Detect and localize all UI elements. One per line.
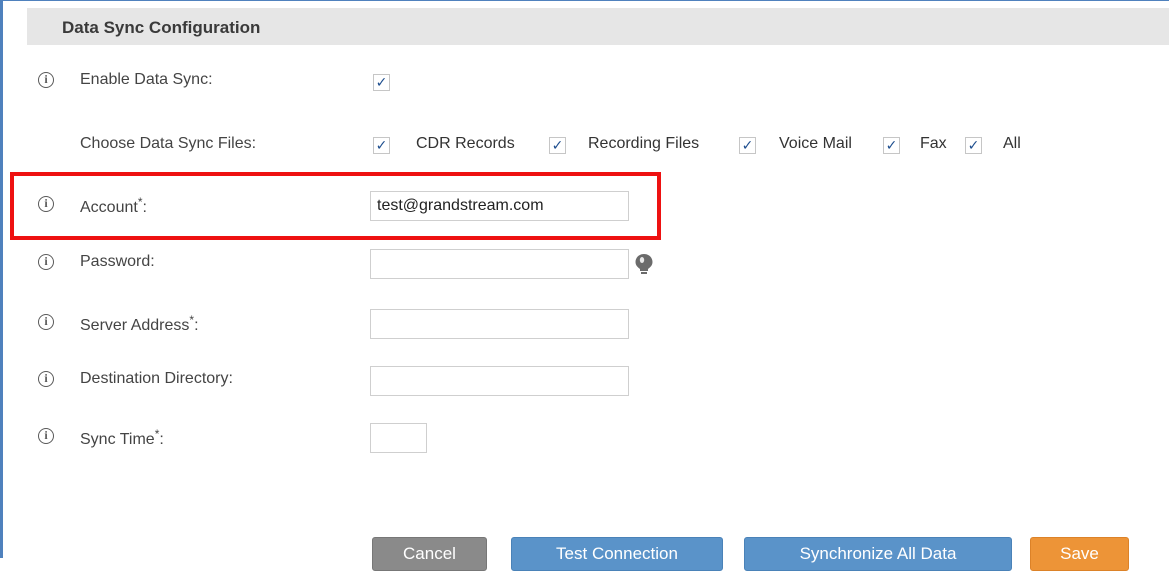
row-choose-data-sync-files: Choose Data Sync Files: ✓ CDR Records ✓ … [0, 132, 1169, 162]
highlight-box [10, 172, 661, 240]
sync-time-label: Sync Time*: [80, 427, 164, 449]
sync-time-input[interactable] [370, 423, 427, 453]
fax-label: Fax [920, 135, 947, 152]
password-input[interactable] [370, 249, 629, 279]
info-icon[interactable]: i [38, 254, 54, 270]
voice-mail-checkbox[interactable]: ✓ [739, 137, 756, 154]
checkmark-icon: ✓ [967, 137, 980, 153]
info-icon[interactable]: i [38, 371, 54, 387]
row-destination-directory: i Destination Directory: [0, 366, 1169, 397]
server-address-input[interactable] [370, 309, 629, 339]
section-header: Data Sync Configuration [27, 8, 1169, 45]
sync-time-label-text: Sync Time [80, 431, 155, 448]
label-colon: : [159, 431, 164, 448]
row-password: i Password: [0, 249, 1169, 280]
destination-directory-input[interactable] [370, 366, 629, 396]
enable-data-sync-label: Enable Data Sync: [80, 71, 213, 88]
enable-data-sync-checkbox[interactable]: ✓ [373, 74, 390, 91]
info-icon[interactable]: i [38, 428, 54, 444]
recording-files-checkbox[interactable]: ✓ [549, 137, 566, 154]
checkmark-icon: ✓ [885, 137, 898, 153]
recording-files-label: Recording Files [588, 135, 700, 152]
section-title: Data Sync Configuration [62, 18, 261, 37]
synchronize-all-data-button[interactable]: Synchronize All Data [744, 537, 1012, 571]
destination-directory-label: Destination Directory: [80, 370, 233, 387]
checkmark-icon: ✓ [741, 137, 754, 153]
checkmark-icon: ✓ [375, 74, 388, 90]
row-enable-data-sync: i Enable Data Sync: ✓ [0, 68, 1169, 98]
row-sync-time: i Sync Time*: [0, 423, 1169, 454]
server-address-label-text: Server Address [80, 317, 190, 334]
voice-mail-label: Voice Mail [779, 135, 852, 152]
fax-checkbox[interactable]: ✓ [883, 137, 900, 154]
choose-data-sync-files-label: Choose Data Sync Files: [80, 135, 257, 152]
cancel-button[interactable]: Cancel [372, 537, 487, 571]
all-label: All [1003, 135, 1021, 152]
info-icon[interactable]: i [38, 314, 54, 330]
test-connection-button[interactable]: Test Connection [511, 537, 723, 571]
cdr-records-checkbox[interactable]: ✓ [373, 137, 390, 154]
password-label: Password: [80, 253, 155, 270]
info-icon[interactable]: i [38, 72, 54, 88]
row-server-address: i Server Address*: [0, 309, 1169, 340]
checkmark-icon: ✓ [375, 137, 388, 153]
all-checkbox[interactable]: ✓ [965, 137, 982, 154]
checkmark-icon: ✓ [551, 137, 564, 153]
save-button[interactable]: Save [1030, 537, 1129, 571]
label-colon: : [194, 317, 199, 334]
lightbulb-icon[interactable] [634, 253, 654, 275]
cdr-records-label: CDR Records [416, 135, 515, 152]
server-address-label: Server Address*: [80, 313, 199, 335]
